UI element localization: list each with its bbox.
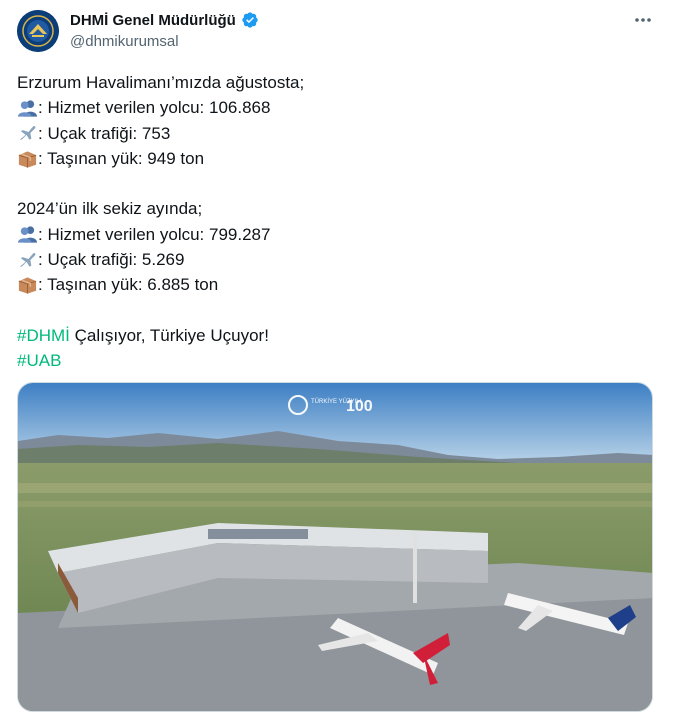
aug-passengers-text: : Hizmet verilen yolcu: 106.868: [38, 98, 271, 118]
hashtag-uab-link[interactable]: #UAB: [17, 348, 61, 373]
package-icon: [18, 277, 37, 294]
aug-cargo-text: : Taşınan yük: 949 ton: [38, 148, 205, 168]
aug-traffic-text: : Uçak trafiği: 753: [38, 123, 171, 143]
tweet-media-image[interactable]: TÜRKİYE YÜZYILI 100: [17, 382, 653, 712]
ytd-traffic-text: : Uçak trafiği: 5.269: [38, 250, 185, 270]
stat-line: : Hizmet verilen yolcu: 106.868: [17, 95, 657, 120]
verified-badge-icon: [242, 12, 258, 28]
more-options-button[interactable]: [631, 8, 655, 32]
people-icon: [17, 226, 38, 244]
airplane-icon: [19, 126, 36, 140]
stat-line: : Hizmet verilen yolcu: 799.287: [17, 222, 657, 247]
dhmi-emblem-icon: [17, 10, 59, 52]
author-row: DHMİ Genel Müdürlüğü: [70, 11, 259, 29]
slogan-line: #DHMİ Çalışıyor, Türkiye Uçuyor!: [17, 323, 657, 348]
stat-line: : Uçak trafiği: 5.269: [17, 247, 657, 272]
hashtag-dhmi-link[interactable]: #DHMİ: [17, 323, 70, 348]
airport-aerial-photo: TÜRKİYE YÜZYILI 100: [18, 383, 652, 711]
intro-line-ytd: 2024’ün ilk sekiz ayında;: [17, 199, 203, 219]
overlay-100-text: 100: [346, 398, 373, 415]
more-dots-icon: [635, 18, 651, 22]
display-name[interactable]: DHMİ Genel Müdürlüğü: [70, 12, 236, 29]
author-handle[interactable]: @dhmikurumsal: [70, 33, 179, 50]
package-icon: [18, 150, 37, 168]
stat-line: : Uçak trafiği: 753: [17, 121, 657, 146]
intro-line-august: Erzurum Havalimanı’mızda ağustosta;: [17, 73, 305, 92]
tweet-text: Erzurum Havalimanı’mızda ağustosta; : Hi…: [17, 70, 657, 374]
stat-line: : Taşınan yük: 949 ton: [17, 146, 657, 171]
ytd-cargo-text: : Taşınan yük: 6.885 ton: [38, 275, 219, 295]
airplane-icon: [19, 252, 36, 267]
ytd-passengers-text: : Hizmet verilen yolcu: 799.287: [38, 224, 271, 244]
slogan-text: Çalışıyor, Türkiye Uçuyor!: [69, 325, 269, 345]
hashtag-line: #UAB: [17, 348, 657, 373]
stat-line: : Taşınan yük: 6.885 ton: [17, 272, 657, 297]
avatar[interactable]: [17, 10, 59, 52]
people-icon: [17, 100, 38, 117]
